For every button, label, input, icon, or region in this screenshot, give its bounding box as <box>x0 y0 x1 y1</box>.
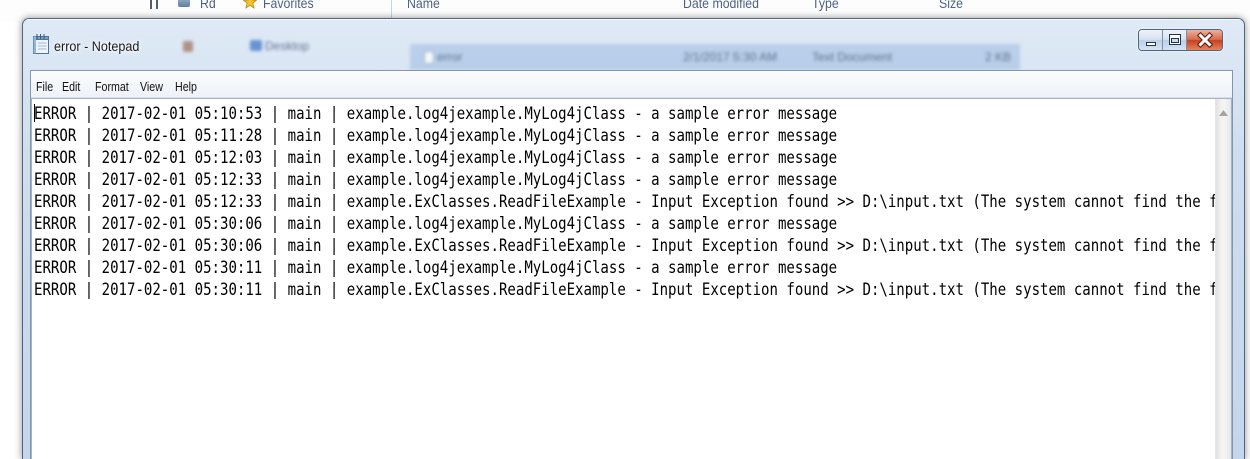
text-document-icon <box>424 51 434 64</box>
close-button[interactable] <box>1187 30 1222 50</box>
text-line: ERROR | 2017-02-01 05:12:03 | main | exa… <box>34 148 838 168</box>
file-name: error <box>437 50 463 64</box>
close-icon <box>1196 31 1214 49</box>
text-line: ERROR | 2017-02-01 05:10:53 | main | exa… <box>34 104 838 124</box>
vertical-scrollbar[interactable] <box>1215 99 1231 459</box>
pane-grip-icon <box>156 0 158 9</box>
text-caret <box>34 104 35 122</box>
text-viewport[interactable]: ERROR | 2017-02-01 05:10:53 | main | exa… <box>32 99 1215 459</box>
caption-buttons <box>1138 29 1223 51</box>
column-header-date-modified: Date modified <box>683 0 760 11</box>
text-line: ERROR | 2017-02-01 05:12:33 | main | exa… <box>34 192 1215 212</box>
minimize-button[interactable] <box>1139 30 1163 50</box>
file-size: 2 KB <box>985 50 1012 64</box>
column-header-name: Name <box>407 0 440 11</box>
menu-edit[interactable]: Edit <box>62 78 80 96</box>
computer-icon <box>178 0 190 7</box>
text-line: ERROR | 2017-02-01 05:11:28 | main | exa… <box>34 126 838 146</box>
notepad-icon[interactable] <box>32 33 50 55</box>
maximize-button[interactable] <box>1163 30 1187 50</box>
favorites-label: Favorites <box>263 0 314 11</box>
text-editor[interactable]: ERROR | 2017-02-01 05:10:53 | main | exa… <box>31 98 1232 459</box>
text-line: ERROR | 2017-02-01 05:30:11 | main | exa… <box>34 280 1215 300</box>
text-line: ERROR | 2017-02-01 05:30:06 | main | exa… <box>34 214 838 234</box>
user-icon <box>183 41 193 52</box>
glass-background-content: Desktop error 2/1/2017 5:30 AM Text Docu… <box>23 19 1244 70</box>
scroll-up-arrow-icon <box>1219 110 1228 116</box>
menu-file[interactable]: File <box>36 78 53 96</box>
document-text: ERROR | 2017-02-01 05:10:53 | main | exa… <box>34 103 1215 301</box>
text-line: ERROR | 2017-02-01 05:30:11 | main | exa… <box>34 258 838 278</box>
nav-item-partial: Rd <box>200 0 216 11</box>
menu-format[interactable]: Format <box>95 78 129 96</box>
nav-item-desktop: Desktop <box>265 39 310 53</box>
pane-grip-icon <box>150 0 152 9</box>
window-title: error - Notepad <box>54 38 140 54</box>
file-date-modified: 2/1/2017 5:30 AM <box>683 50 778 64</box>
column-header-size: Size <box>939 0 963 11</box>
notepad-window: Desktop error 2/1/2017 5:30 AM Text Docu… <box>22 18 1245 459</box>
menu-bar: File Edit Format View Help <box>31 71 1232 98</box>
menu-view[interactable]: View <box>140 78 163 96</box>
file-type: Text Document <box>812 50 893 64</box>
menu-help[interactable]: Help <box>175 78 197 96</box>
maximize-icon <box>1169 34 1181 45</box>
client-area: File Edit Format View Help ERROR | 2017-… <box>30 70 1233 459</box>
text-line: ERROR | 2017-02-01 05:30:06 | main | exa… <box>34 236 1215 256</box>
selected-file-row <box>410 44 1020 70</box>
minimize-icon <box>1146 42 1156 46</box>
scroll-up-button[interactable] <box>1216 99 1231 129</box>
text-line: ERROR | 2017-02-01 05:12:33 | main | exa… <box>34 170 838 190</box>
desktop-folder-icon <box>250 40 262 51</box>
star-icon <box>243 0 257 9</box>
column-header-type: Type <box>812 0 839 11</box>
